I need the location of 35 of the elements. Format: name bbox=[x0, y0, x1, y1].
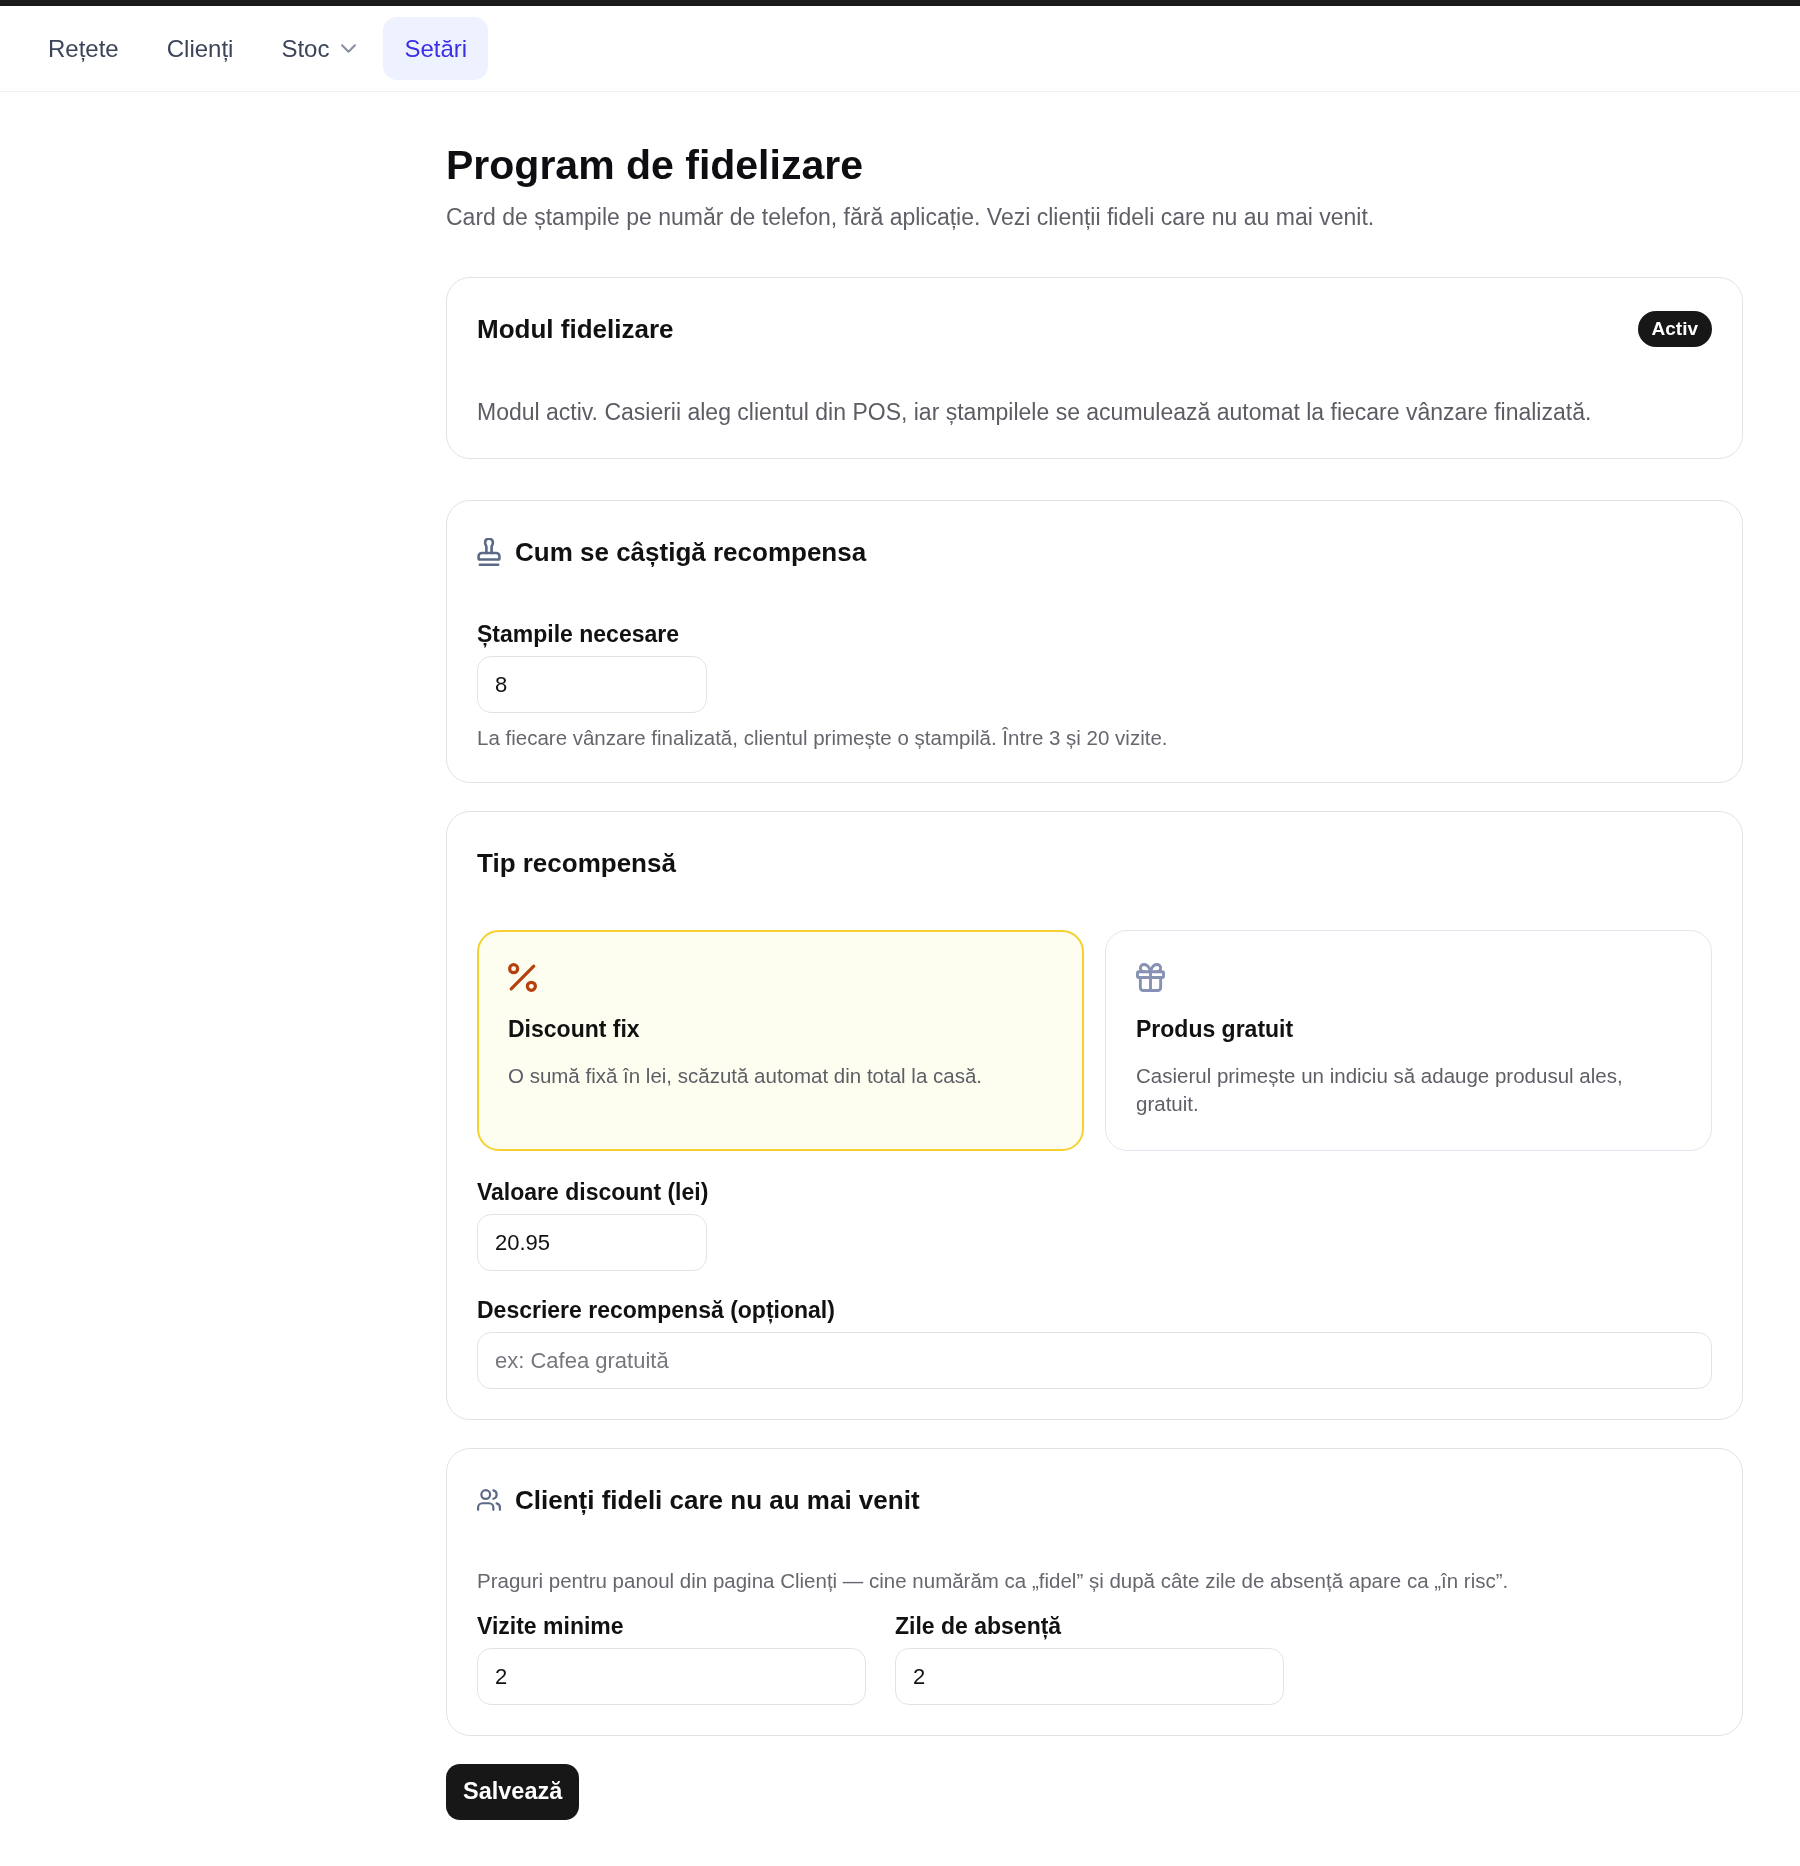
nav-link[interactable]: Setări bbox=[383, 17, 489, 80]
card-title: Clienți fideli care nu au mai venit bbox=[515, 1484, 920, 1516]
option-title: Produs gratuit bbox=[1136, 1015, 1295, 1044]
page-subtitle: Card de ștampile pe număr de telefon, fără aplicație. Vezi clienții fideli care nu au mai venit. bbox=[446, 203, 1376, 232]
help-text: La fiecare vânzare finalizată, clientul primește o ștampilă. Între 3 și 20 vizite. bbox=[477, 725, 1169, 751]
card-title: Modul fidelizare bbox=[477, 313, 674, 345]
page-title: Program de fidelizare bbox=[446, 141, 864, 190]
option-description: O sumă fixă în lei, scăzută automat din total la casă. bbox=[508, 1063, 983, 1089]
number-field[interactable]: 2 bbox=[895, 1648, 1284, 1705]
text-field[interactable]: ex: Cafea gratuită bbox=[477, 1332, 1712, 1389]
reward-option-card[interactable]: Produs gratuit Casierul primește un indiciu să adauge produsul ales, gratuit. bbox=[1105, 930, 1712, 1151]
field-label: Valoare discount (lei) bbox=[477, 1178, 709, 1207]
card-description: Praguri pentru panoul din pagina Clienți — cine numărăm ca „fidel” și după câte zile de absență apare ca „în risc”. bbox=[477, 1568, 1510, 1594]
number-field[interactable]: 20.95 bbox=[477, 1214, 707, 1271]
option-title: Discount fix bbox=[508, 1015, 641, 1044]
card-description: Modul activ. Casierii aleg clientul din POS, iar ștampilele se acumulează automat la fiecare vânzare finalizată. bbox=[477, 398, 1593, 427]
nav-link[interactable]: Stoc bbox=[260, 17, 378, 80]
gift-icon bbox=[1136, 963, 1165, 992]
field-label: Zile de absență bbox=[895, 1612, 1062, 1642]
percent-icon bbox=[508, 963, 537, 992]
stamp-icon bbox=[477, 538, 501, 566]
nav-link[interactable]: Clienți bbox=[145, 17, 255, 80]
save-button[interactable]: Salvează bbox=[446, 1764, 580, 1820]
number-field[interactable]: 2 bbox=[477, 1648, 866, 1705]
option-description: Casierul primește un indiciu să adauge produsul ales, gratuit. bbox=[1136, 1063, 1624, 1117]
card-title: Tip recompensă bbox=[477, 847, 676, 879]
field-label: Vizite minime bbox=[477, 1612, 624, 1641]
reward-option-card[interactable]: Discount fix O sumă fixă în lei, scăzută automat din total la casă. bbox=[477, 930, 1084, 1151]
card-title: Cum se câștigă recompensa bbox=[515, 536, 867, 568]
users-icon bbox=[477, 1486, 501, 1514]
status-badge: Activ bbox=[1637, 311, 1712, 347]
number-field[interactable]: 8 bbox=[477, 656, 707, 713]
nav-link[interactable]: Rețete bbox=[27, 17, 140, 80]
field-label: Ștampile necesare bbox=[477, 620, 679, 650]
field-label: Descriere recompensă (opțional) bbox=[477, 1296, 835, 1326]
